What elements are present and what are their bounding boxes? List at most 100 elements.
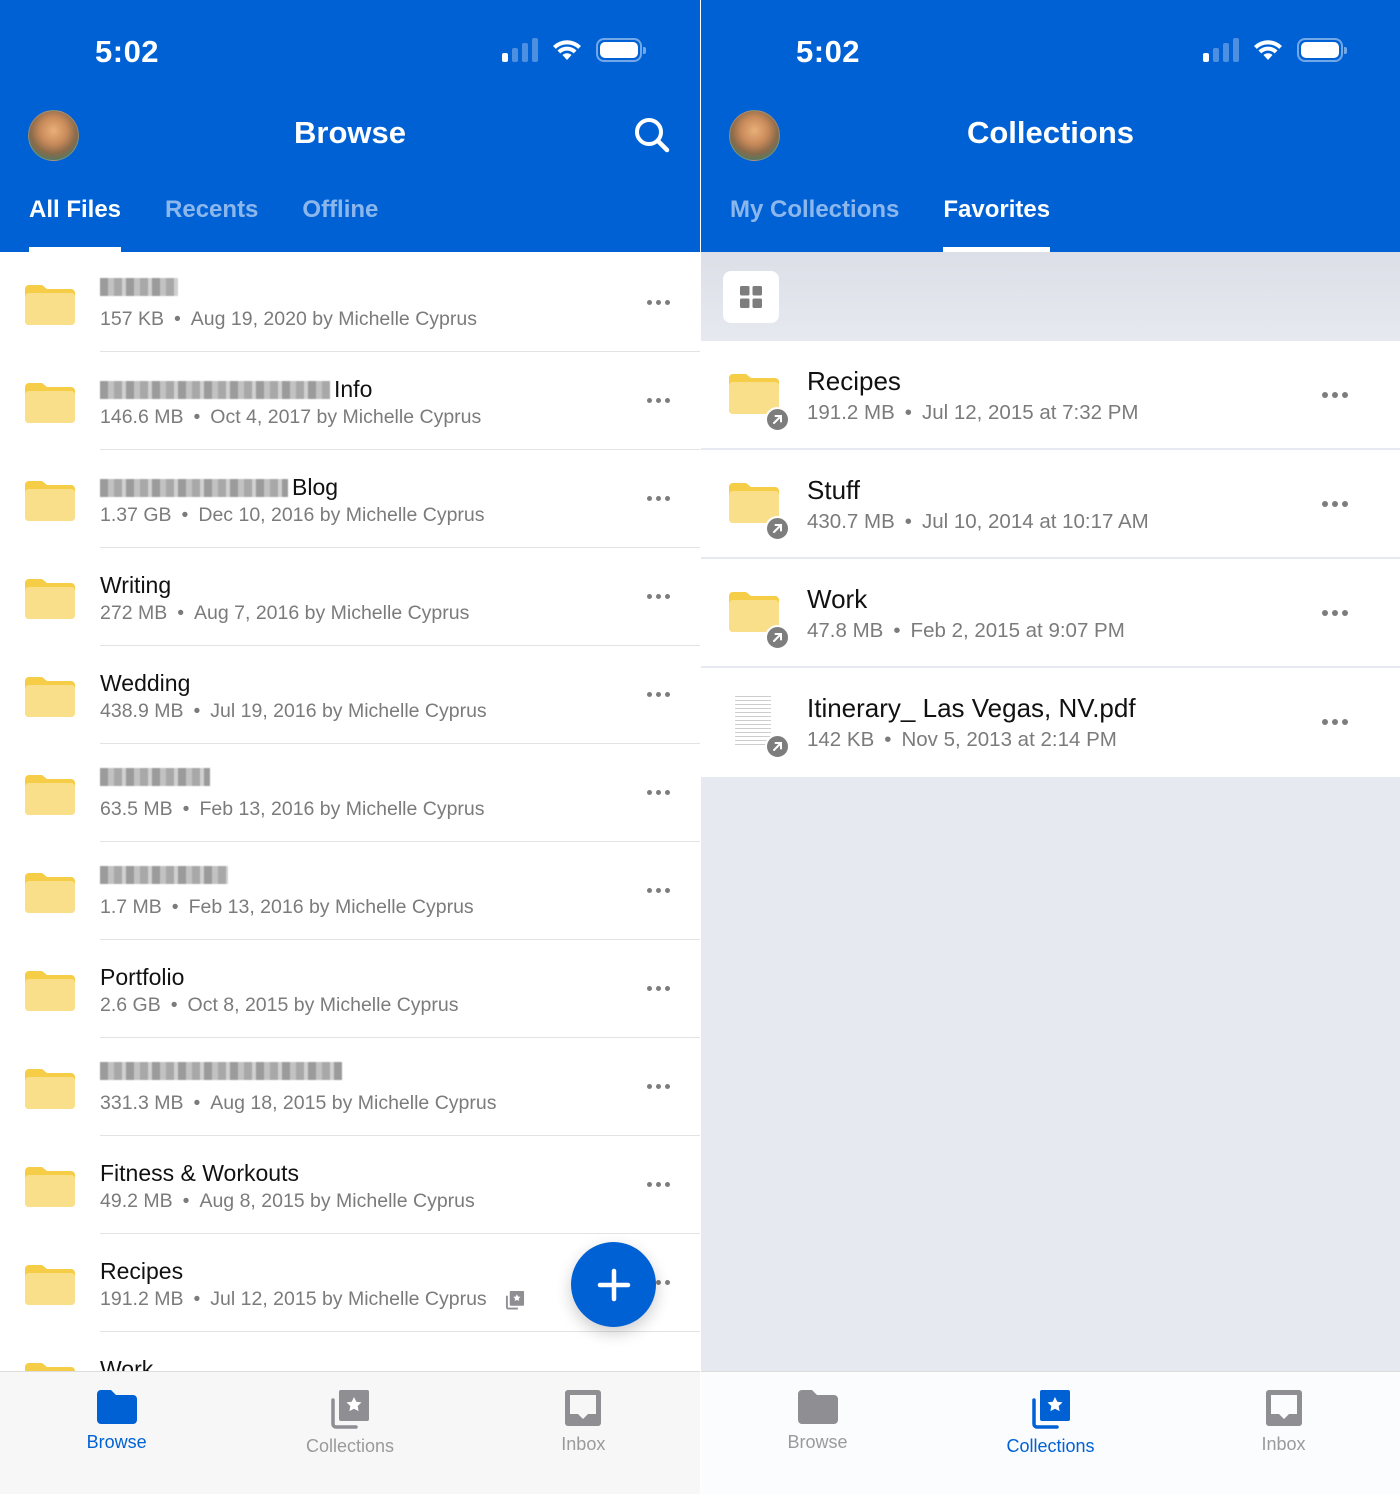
bottom-tab-bar: Browse Collections Inbox (0, 1371, 700, 1494)
status-icons (502, 38, 646, 62)
page-title: Browse (294, 115, 406, 150)
favorite-size: 142 KB (807, 728, 875, 751)
grid-view-button[interactable] (723, 271, 779, 323)
cellular-signal-icon (502, 38, 538, 62)
file-modified: Aug 8, 2015 by Michelle Cyprus (199, 1190, 475, 1212)
favorite-row[interactable]: Work 47.8 MB • Feb 2, 2015 at 9:07 PM (701, 559, 1400, 668)
file-name-text: Blog (292, 474, 339, 500)
favorite-meta: 47.8 MB • Feb 2, 2015 at 9:07 PM (807, 619, 1125, 643)
tabbar-inbox[interactable]: Inbox (467, 1372, 700, 1494)
redacted-name (100, 380, 330, 399)
favorite-size: 430.7 MB (807, 510, 895, 533)
more-options-button[interactable] (640, 486, 676, 510)
file-meta: 272 MB • Aug 7, 2016 by Michelle Cyprus (100, 602, 469, 625)
more-options-button[interactable] (640, 1074, 676, 1098)
status-icons (1203, 38, 1347, 62)
favorite-name: Itinerary_ Las Vegas, NV.pdf (807, 693, 1136, 723)
file-row[interactable]: Info 146.6 MB • Oct 4, 2017 by Michelle … (0, 352, 700, 450)
inbox-icon (565, 1390, 602, 1426)
tab-all-files[interactable]: All Files (29, 196, 122, 252)
file-row[interactable]: Fitness & Workouts 49.2 MB • Aug 8, 2015… (0, 1136, 700, 1234)
more-options-button[interactable] (640, 878, 676, 902)
file-size: 63.5 MB (100, 798, 173, 820)
shortcut-arrow-icon (765, 407, 790, 432)
tabbar-browse-label: Browse (86, 1432, 147, 1452)
file-modified: Feb 13, 2016 by Michelle Cyprus (188, 896, 474, 918)
favorite-row[interactable]: Itinerary_ Las Vegas, NV.pdf 142 KB • No… (701, 668, 1400, 777)
file-modified: Jul 19, 2016 by Michelle Cyprus (210, 700, 487, 722)
collections-header: 5:02 Collections My Collections Favorite… (701, 0, 1400, 252)
tab-favorites[interactable]: Favorites (943, 196, 1050, 252)
favorite-name: Work (807, 584, 868, 614)
favorite-row[interactable]: Stuff 430.7 MB • Jul 10, 2014 at 10:17 A… (701, 450, 1400, 559)
more-options-button[interactable] (640, 976, 676, 1000)
pdf-thumbnail-icon (735, 696, 771, 746)
meta-separator: • (177, 602, 185, 624)
file-size: 272 MB (100, 602, 168, 624)
tabbar-browse[interactable]: Browse (701, 1372, 934, 1494)
more-options-button[interactable] (640, 1172, 676, 1196)
more-options-button[interactable] (1317, 603, 1353, 623)
file-meta: 1.37 GB • Dec 10, 2016 by Michelle Cypru… (100, 504, 485, 527)
file-row[interactable]: 157 KB • Aug 19, 2020 by Michelle Cyprus (0, 254, 700, 352)
tabbar-inbox-label: Inbox (1261, 1434, 1306, 1454)
file-row[interactable]: 63.5 MB • Feb 13, 2016 by Michelle Cypru… (0, 744, 700, 842)
more-options-button[interactable] (640, 290, 676, 314)
file-meta: 63.5 MB • Feb 13, 2016 by Michelle Cypru… (100, 798, 485, 821)
more-options-button[interactable] (640, 584, 676, 608)
file-name-text: Portfolio (100, 964, 185, 990)
redacted-name (100, 478, 288, 497)
shortcut-arrow-icon (765, 734, 790, 759)
collections-screen: 5:02 Collections My Collections Favorite… (701, 0, 1400, 1494)
file-name (100, 278, 182, 296)
folder-thumbnail (25, 971, 75, 1016)
file-name: Writing (100, 572, 171, 599)
file-meta: 2.6 GB • Oct 8, 2015 by Michelle Cyprus (100, 994, 458, 1017)
file-row[interactable]: 1.7 MB • Feb 13, 2016 by Michelle Cyprus (0, 842, 700, 940)
folder-icon (96, 1390, 137, 1424)
file-name-text: Fitness & Workouts (100, 1160, 299, 1186)
file-size: 146.6 MB (100, 406, 184, 428)
tabbar-inbox[interactable]: Inbox (1167, 1372, 1400, 1494)
folder-icon (25, 775, 75, 815)
folder-icon (25, 873, 75, 913)
more-options-button[interactable] (1317, 494, 1353, 514)
more-options-button[interactable] (640, 682, 676, 706)
file-name: Fitness & Workouts (100, 1160, 299, 1187)
file-name: Recipes (100, 1258, 183, 1285)
more-options-button[interactable] (1317, 385, 1353, 405)
status-time: 5:02 (796, 34, 861, 69)
file-row[interactable]: Portfolio 2.6 GB • Oct 8, 2015 by Michel… (0, 940, 700, 1038)
file-size: 2.6 GB (100, 994, 161, 1016)
redacted-name (100, 1062, 342, 1080)
more-options-button[interactable] (640, 780, 676, 804)
folder-icon (25, 1265, 75, 1305)
file-size: 331.3 MB (100, 1092, 184, 1114)
favorite-meta: 191.2 MB • Jul 12, 2015 at 7:32 PM (807, 401, 1138, 425)
file-row[interactable]: Writing 272 MB • Aug 7, 2016 by Michelle… (0, 548, 700, 646)
search-button[interactable] (632, 115, 672, 155)
folder-thumbnail (25, 1167, 75, 1212)
favorite-row[interactable]: Recipes 191.2 MB • Jul 12, 2015 at 7:32 … (701, 341, 1400, 450)
folder-icon (25, 481, 75, 521)
tab-offline[interactable]: Offline (302, 196, 378, 252)
folder-thumbnail (25, 1265, 75, 1310)
file-row[interactable]: Blog 1.37 GB • Dec 10, 2016 by Michelle … (0, 450, 700, 548)
redacted-name (100, 866, 228, 884)
file-name-text: Wedding (100, 670, 191, 696)
status-time: 5:02 (95, 34, 160, 69)
add-button[interactable] (571, 1242, 656, 1327)
tabbar-collections[interactable]: Collections (233, 1372, 466, 1494)
view-toolbar (701, 252, 1400, 341)
file-row[interactable]: 331.3 MB • Aug 18, 2015 by Michelle Cypr… (0, 1038, 700, 1136)
file-row[interactable]: Wedding 438.9 MB • Jul 19, 2016 by Miche… (0, 646, 700, 744)
bottom-tab-bar: Browse Collections Inbox (701, 1371, 1400, 1494)
tabbar-collections[interactable]: Collections (934, 1372, 1167, 1494)
favorite-size: 191.2 MB (807, 401, 895, 424)
redacted-name (100, 278, 178, 296)
tab-my-collections[interactable]: My Collections (730, 196, 899, 252)
tabbar-browse[interactable]: Browse (0, 1372, 233, 1494)
more-options-button[interactable] (1317, 712, 1353, 732)
tab-recents[interactable]: Recents (165, 196, 258, 252)
more-options-button[interactable] (640, 388, 676, 412)
